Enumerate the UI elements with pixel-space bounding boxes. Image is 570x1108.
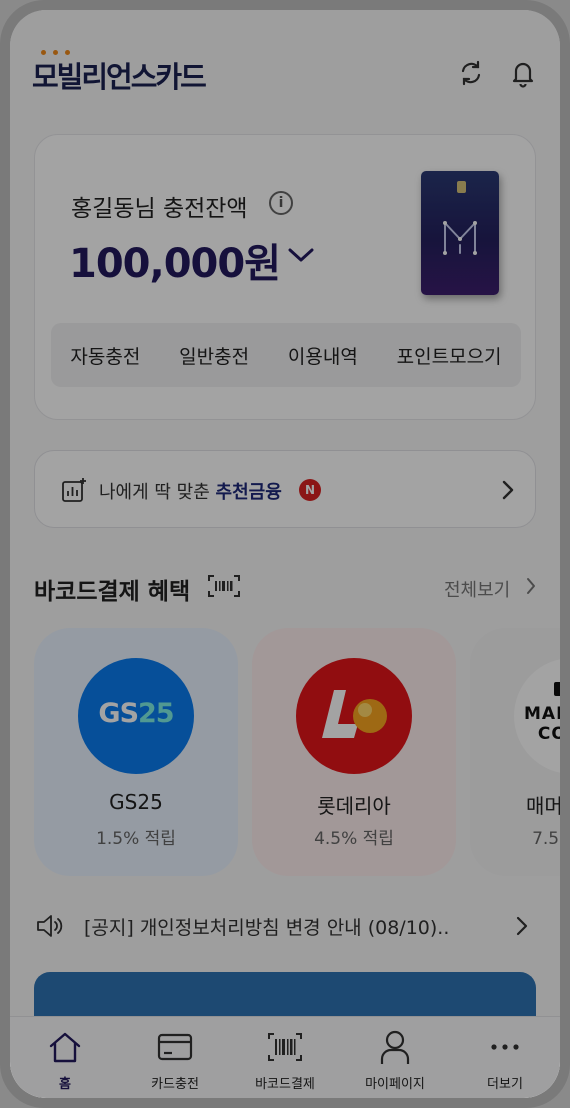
normal-charge-button[interactable]: 일반충전 — [179, 342, 249, 369]
merchant-rate: 4.5% 적립 — [314, 829, 394, 849]
merchant-name: 매머드커피 — [526, 794, 560, 818]
nav-label: 홈 — [59, 1077, 71, 1092]
merchant-tile-mammoth[interactable]: MAMMOTH COFFEE 매머드커피 7.5% 적립 — [470, 628, 560, 876]
nav-more[interactable]: 더보기 — [450, 1017, 560, 1098]
barcode-icon — [208, 575, 240, 597]
collect-points-button[interactable]: 포인트모으기 — [397, 342, 502, 369]
usage-history-button[interactable]: 이용내역 — [288, 342, 358, 369]
recommend-text-prefix: 나에게 딱 맞춘 — [99, 482, 216, 503]
nav-label: 더보기 — [487, 1077, 523, 1092]
barcode-icon — [268, 1033, 302, 1061]
mammoth-logo: MAMMOTH COFFEE — [514, 658, 560, 774]
info-icon[interactable]: i — [269, 191, 293, 215]
nav-home[interactable]: 홈 — [10, 1017, 120, 1098]
nav-label: 마이페이지 — [365, 1077, 425, 1092]
gs25-logo-text: GS25 — [98, 698, 174, 729]
merchant-rate: 1.5% 적립 — [96, 829, 176, 849]
merchant-name: GS25 — [109, 790, 163, 814]
merchant-rate: 7.5% 적립 — [532, 829, 560, 849]
notice-chevron-icon[interactable] — [516, 915, 528, 937]
card-icon — [157, 1033, 193, 1061]
balance-card: 홍길동님 충전잔액 i 100,000원 자동충전 일반충전 이용내역 포인트모… — [34, 134, 536, 420]
notice-text[interactable]: [공지] 개인정보처리방침 변경 안내 (08/10).. — [84, 913, 449, 940]
auto-charge-button[interactable]: 자동충전 — [70, 342, 140, 369]
recommend-text: 나에게 딱 맞춘 추천금융 — [99, 478, 282, 504]
nav-card-charge[interactable]: 카드충전 — [120, 1017, 230, 1098]
balance-amount: 100,000원 — [69, 241, 281, 287]
mammoth-logo-text: MAMMOTH COFFEE — [524, 704, 560, 744]
chevron-right-icon — [502, 480, 514, 500]
see-all-chevron-icon[interactable] — [526, 577, 536, 595]
card-image[interactable] — [421, 171, 499, 295]
device-frame: 모빌리언스카드 홍길동님 충전잔액 i 100,000원 자동충전 일반충전 이… — [0, 0, 570, 1108]
lotteria-logo — [296, 658, 412, 774]
app-screen: 모빌리언스카드 홍길동님 충전잔액 i 100,000원 자동충전 일반충전 이… — [10, 10, 560, 1098]
balance-label: 홍길동님 충전잔액 — [71, 196, 248, 222]
gs25-logo: GS25 — [78, 658, 194, 774]
home-icon — [49, 1032, 81, 1063]
merchant-tile-lotteria[interactable]: 롯데리아 4.5% 적립 — [252, 628, 456, 876]
bottom-nav: 홈 카드충전 바코드결제 마이페이지 더보기 — [10, 1016, 560, 1098]
card-m-logo-icon — [443, 221, 477, 255]
chevron-down-icon[interactable] — [287, 245, 315, 265]
lotteria-mark-icon — [322, 690, 387, 738]
refresh-icon[interactable] — [456, 58, 486, 88]
card-chip — [457, 181, 466, 193]
new-badge: N — [299, 479, 321, 501]
nav-label: 카드충전 — [151, 1077, 199, 1092]
section-title: 바코드결제 혜택 — [34, 579, 191, 605]
merchant-tile-gs25[interactable]: GS25 GS25 1.5% 적립 — [34, 628, 238, 876]
nav-barcode-pay[interactable]: 바코드결제 — [230, 1017, 340, 1098]
recommend-finance-banner[interactable]: 나에게 딱 맞춘 추천금융 N — [34, 450, 536, 528]
nav-mypage[interactable]: 마이페이지 — [340, 1017, 450, 1098]
mammoth-mark — [554, 682, 560, 696]
person-icon — [380, 1030, 410, 1064]
more-icon — [491, 1044, 519, 1050]
chart-sparkle-icon — [62, 478, 86, 502]
bell-icon[interactable] — [508, 58, 538, 88]
see-all-link[interactable]: 전체보기 — [444, 576, 510, 602]
recommend-highlight: 추천금융 — [215, 482, 282, 503]
nav-label: 바코드결제 — [255, 1077, 315, 1092]
speaker-icon — [37, 915, 63, 937]
balance-action-bar: 자동충전 일반충전 이용내역 포인트모으기 — [51, 323, 521, 387]
merchant-name: 롯데리아 — [317, 794, 391, 818]
app-logo: 모빌리언스카드 — [32, 60, 207, 94]
